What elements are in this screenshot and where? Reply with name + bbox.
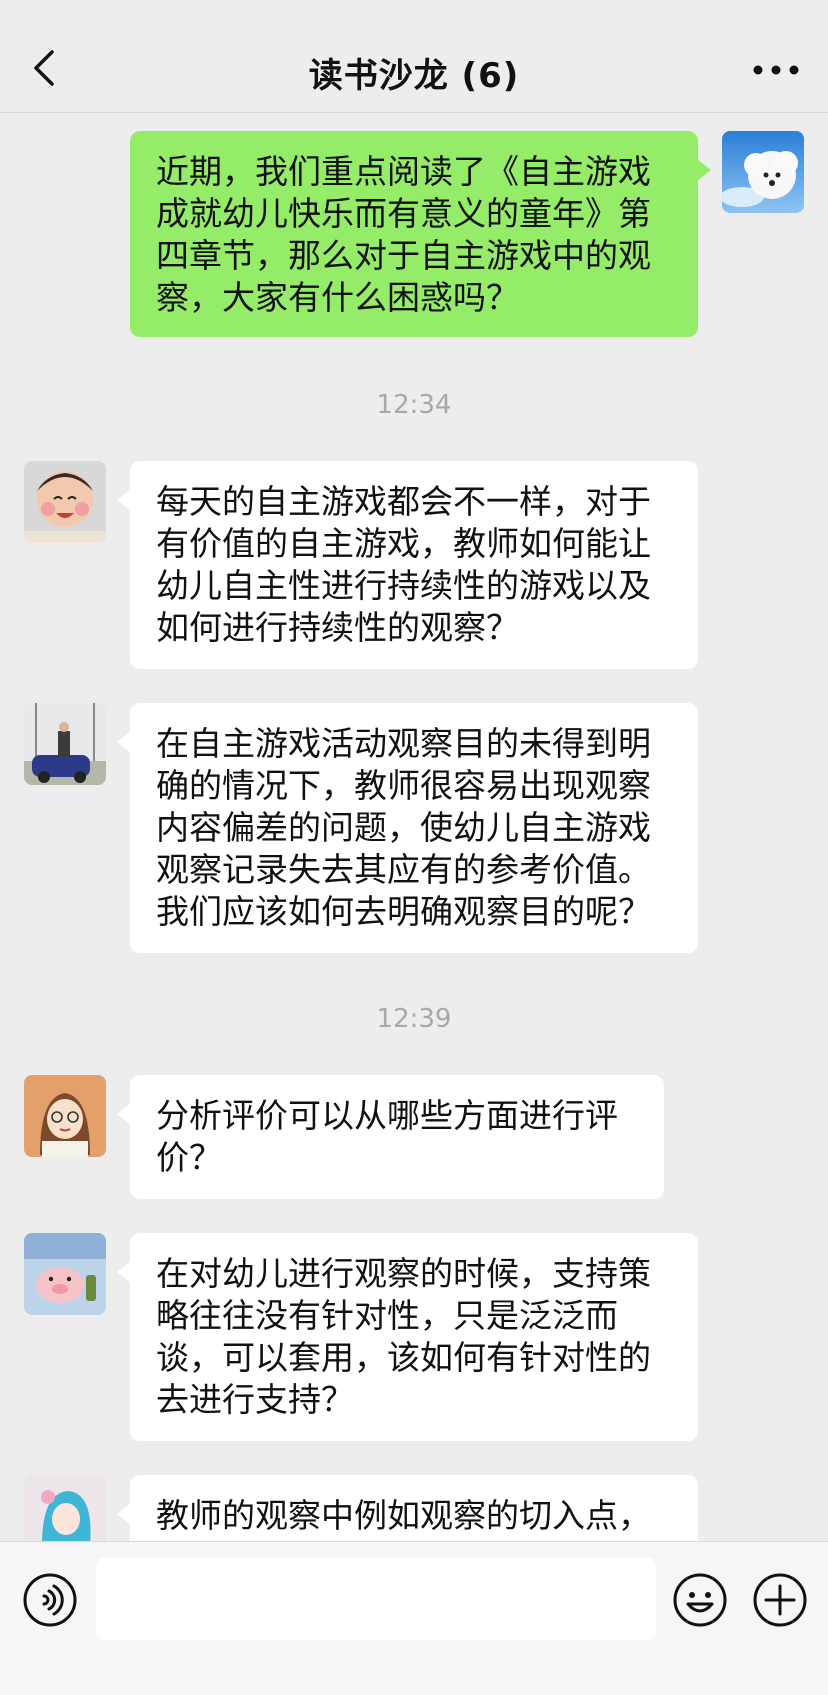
avatar-member[interactable] [24,1475,106,1541]
message-bubble[interactable]: 每天的自主游戏都会不一样，对于有价值的自主游戏，教师如何能让幼儿自主性进行持续性… [117,461,698,669]
timestamp: 12:34 [376,390,452,420]
more-actions-button[interactable] [752,1572,808,1628]
cartoon-girl-avatar-image [24,1075,106,1157]
emoji-button[interactable] [672,1572,728,1628]
person-car-avatar-image [24,703,106,785]
avatar-member[interactable] [24,1075,106,1157]
message-bubble[interactable]: 在自主游戏活动观察目的未得到明确的情况下，教师很容易出现观察内容偏差的问题，使幼… [117,703,698,953]
message-bubble[interactable]: 教师的观察中例如观察的切入点， [117,1475,698,1541]
avatar-member[interactable] [24,461,106,543]
plus-icon [753,1573,807,1627]
avatar-self[interactable] [722,131,804,213]
dog-avatar-image [722,131,804,213]
emoji-icon [673,1573,727,1627]
anime-girl-avatar-image [24,1475,106,1541]
more-button[interactable] [748,52,804,88]
message-bubble[interactable]: 在对幼儿进行观察的时候，支持策略往往没有针对性，只是泛泛而谈，可以套用，该如何有… [117,1233,698,1441]
pig-avatar-image [24,1233,106,1315]
more-dots-icon [753,65,799,75]
timestamp: 12:39 [376,1004,452,1034]
avatar-member[interactable] [24,1233,106,1315]
chat-title: 读书沙龙 (6) [308,56,520,96]
chat-header: 读书沙龙 (6) [0,0,828,113]
voice-button[interactable] [22,1572,78,1628]
message-bubble[interactable]: 近期，我们重点阅读了《自主游戏成就幼儿快乐而有意义的童年》第四章节，那么对于自主… [130,131,711,337]
avatar-member[interactable] [24,703,106,785]
message-bubble[interactable]: 分析评价可以从哪些方面进行评价？ [117,1075,664,1199]
voice-icon [23,1573,77,1627]
composer-bar [0,1541,828,1695]
message-list[interactable]: 近期，我们重点阅读了《自主游戏成就幼儿快乐而有意义的童年》第四章节，那么对于自主… [0,113,828,1541]
message-input[interactable] [96,1558,656,1640]
baby-avatar-image [24,461,106,543]
